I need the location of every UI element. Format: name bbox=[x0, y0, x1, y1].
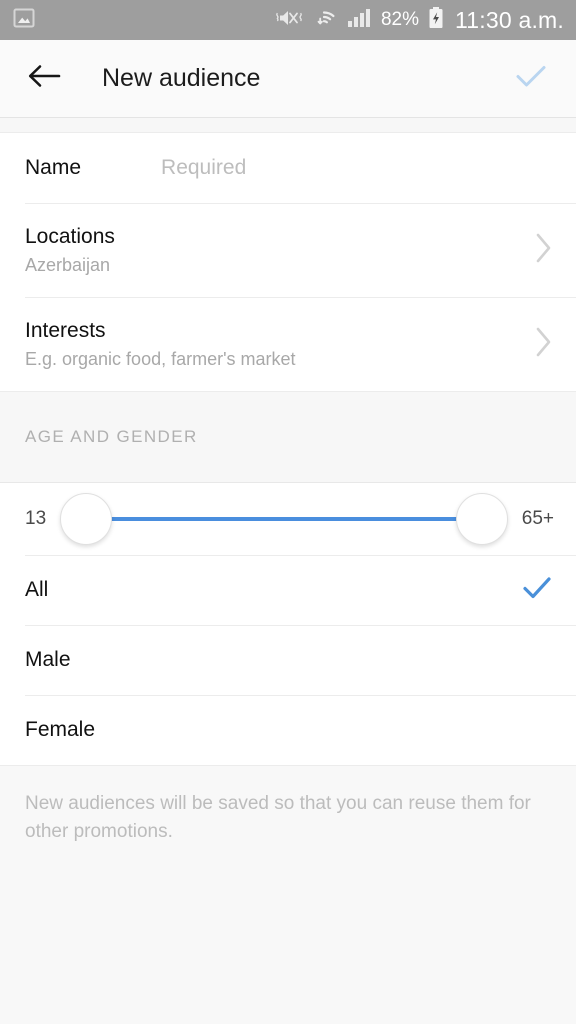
back-button[interactable] bbox=[22, 57, 66, 101]
vibrate-mute-icon bbox=[276, 6, 302, 35]
back-arrow-icon bbox=[27, 62, 61, 95]
gender-option-label: Female bbox=[25, 718, 96, 741]
locations-row-texts: Locations Azerbaijan bbox=[25, 224, 115, 277]
locations-value: Azerbaijan bbox=[25, 254, 111, 275]
interests-row[interactable]: Interests E.g. organic food, farmer's ma… bbox=[0, 297, 576, 391]
app-screen: 82% 11:30 a.m. New audience Name Require… bbox=[0, 0, 576, 1024]
check-icon bbox=[514, 62, 548, 95]
age-max-label: 65+ bbox=[521, 508, 554, 529]
slider-thumb-min[interactable] bbox=[60, 493, 113, 545]
battery-percent-label: 82% bbox=[380, 9, 420, 30]
wifi-icon bbox=[311, 6, 337, 35]
audience-form-card: Name Required Locations Azerbaijan Inter… bbox=[0, 133, 576, 391]
battery-charging-icon bbox=[428, 6, 444, 35]
top-spacer-band bbox=[0, 118, 576, 133]
status-bar-clock: 11:30 a.m. bbox=[455, 6, 564, 33]
gender-option-all[interactable]: All bbox=[0, 555, 576, 625]
section-title: AGE AND GENDER bbox=[25, 427, 198, 446]
page-title: New audience bbox=[102, 64, 261, 92]
name-row-texts: Name bbox=[25, 155, 81, 181]
interests-row-texts: Interests E.g. organic food, farmer's ma… bbox=[25, 318, 296, 371]
name-row[interactable]: Name Required bbox=[0, 133, 576, 203]
slider-track bbox=[86, 517, 482, 521]
photo-icon bbox=[12, 6, 36, 35]
cellular-signal-icon bbox=[346, 7, 372, 34]
bottom-filler bbox=[0, 845, 576, 1024]
gender-option-label: All bbox=[25, 578, 49, 601]
chevron-right-icon bbox=[532, 231, 554, 270]
gender-option-female[interactable]: Female bbox=[0, 695, 576, 765]
age-range-slider-row: 13 65+ bbox=[0, 483, 576, 555]
footer-note: New audiences will be saved so that you … bbox=[0, 765, 576, 846]
name-label: Name bbox=[25, 155, 82, 179]
status-bar: 82% 11:30 a.m. bbox=[0, 0, 576, 40]
age-range-slider[interactable] bbox=[60, 491, 508, 547]
screen-body: New audience Name Required Locations Aze… bbox=[0, 40, 576, 1024]
name-input[interactable]: Required bbox=[161, 156, 246, 180]
confirm-button[interactable] bbox=[508, 56, 554, 102]
slider-thumb-max[interactable] bbox=[455, 493, 508, 545]
check-icon bbox=[522, 575, 552, 606]
interests-value: E.g. organic food, farmer's market bbox=[25, 348, 296, 369]
gender-option-male[interactable]: Male bbox=[0, 625, 576, 695]
footer-text: New audiences will be saved so that you … bbox=[25, 793, 531, 842]
locations-label: Locations bbox=[25, 224, 115, 248]
age-min-label: 13 bbox=[25, 508, 47, 529]
locations-row[interactable]: Locations Azerbaijan bbox=[0, 203, 576, 297]
age-gender-section-header: AGE AND GENDER bbox=[0, 391, 576, 483]
gender-option-label: Male bbox=[25, 648, 71, 671]
chevron-right-icon bbox=[532, 325, 554, 364]
status-bar-right: 82% 11:30 a.m. bbox=[276, 6, 564, 35]
app-bar: New audience bbox=[0, 40, 576, 118]
status-bar-left bbox=[12, 6, 36, 35]
interests-label: Interests bbox=[25, 318, 106, 342]
